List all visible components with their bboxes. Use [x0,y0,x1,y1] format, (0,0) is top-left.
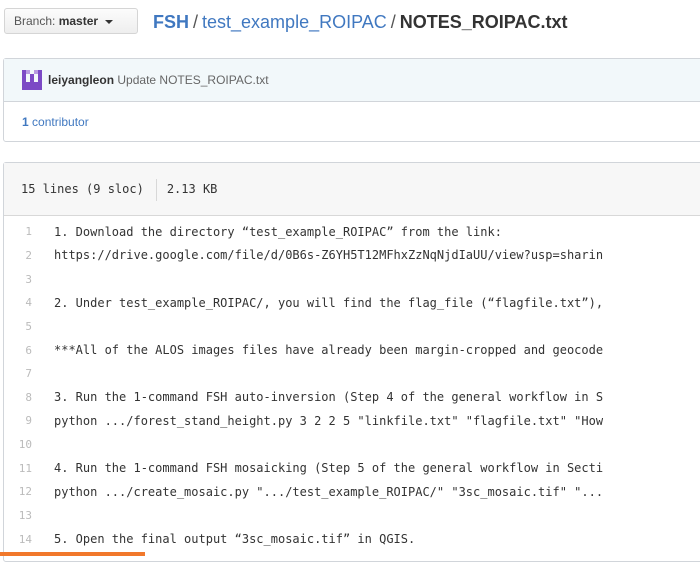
commit-tease: leiyangleon Update NOTES_ROIPAC.txt 1 co… [3,58,700,142]
line-number[interactable]: 4 [4,296,54,309]
code-line: 2 https://drive.google.com/file/d/0B6s-Z6… [4,244,700,268]
line-text: 1. Download the directory “test_example_… [54,224,502,239]
code-line: 9 python .../forest_stand_height.py 3 2 2… [4,409,700,433]
code-line: 14 5. Open the final output “3sc_mosaic.t… [4,527,700,551]
code-line: 11 4. Run the 1-command FSH mosaicking (S… [4,456,700,480]
code-line: 10 [4,433,700,457]
breadcrumb-folder-link[interactable]: test_example_ROIPAC [202,12,387,32]
code-line: 7 [4,362,700,386]
code-line: 1 1. Download the directory “test_example… [4,220,700,244]
caret-down-icon [105,19,114,24]
line-text: python .../create_mosaic.py ".../test_ex… [54,484,604,499]
file-info-divider [155,178,157,201]
file-viewer: 15 lines (9 sloc) 2.13 KB 1 1. Download th… [3,162,700,562]
breadcrumb-separator: / [193,12,199,32]
bottom-accent-bar [0,552,145,556]
file-info-header: 15 lines (9 sloc) 2.13 KB [4,163,700,216]
branch-selector-button[interactable]: Branch: master [4,8,138,34]
line-number[interactable]: 13 [4,509,54,522]
line-number[interactable]: 7 [4,367,54,380]
code-line: 8 3. Run the 1-command FSH auto-inversion… [4,385,700,409]
commit-message-link[interactable]: Update NOTES_ROIPAC.txt [117,73,268,87]
contributor-label: contributor [32,115,89,129]
breadcrumb-repo-link[interactable]: FSH [153,12,189,32]
breadcrumb-file-name: NOTES_ROIPAC.txt [399,12,568,32]
contributors-link[interactable]: 1 contributor [4,102,700,142]
line-number[interactable]: 11 [4,462,54,475]
line-number[interactable]: 1 [4,225,54,238]
line-number[interactable]: 5 [4,320,54,333]
line-text: 5. Open the final output “3sc_mosaic.tif… [54,532,416,547]
line-number[interactable]: 8 [4,391,54,404]
line-text: 3. Run the 1-command FSH auto-inversion … [54,390,604,405]
code-line: 6 ***All of the ALOS images files have al… [4,338,700,362]
line-number[interactable]: 9 [4,414,54,427]
breadcrumb-separator: / [390,12,396,32]
code-body: 1 1. Download the directory “test_example… [4,216,700,551]
line-text: ***All of the ALOS images files have alr… [54,343,604,358]
line-text: 2. Under test_example_ROIPAC/, you will … [54,295,604,310]
branch-label: Branch: [14,14,56,28]
code-line: 13 [4,504,700,528]
file-navigation: Branch: master FSH / test_example_ROIPAC / N… [0,0,700,44]
line-text: https://drive.google.com/file/d/0B6s-Z6Y… [54,248,604,263]
branch-name: master [58,14,99,28]
line-count: 15 lines (9 sloc) [21,182,144,196]
line-number[interactable]: 6 [4,344,54,357]
line-number[interactable]: 2 [4,249,54,262]
contributor-count: 1 [22,115,29,129]
code-line: 3 [4,267,700,291]
code-line: 5 [4,315,700,339]
avatar-identicon[interactable] [22,69,42,90]
line-text: 4. Run the 1-command FSH mosaicking (Ste… [54,461,604,476]
line-text: python .../forest_stand_height.py 3 2 2 … [54,413,604,428]
latest-commit: leiyangleon Update NOTES_ROIPAC.txt [4,59,700,102]
code-line: 12 python .../create_mosaic.py ".../test_… [4,480,700,504]
line-number[interactable]: 3 [4,273,54,286]
commit-author-link[interactable]: leiyangleon [48,73,114,87]
file-size: 2.13 KB [166,182,218,196]
line-number[interactable]: 14 [4,533,54,546]
line-number[interactable]: 12 [4,485,54,498]
line-number[interactable]: 10 [4,438,54,451]
breadcrumb: FSH / test_example_ROIPAC / NOTES_ROIPAC.txt [153,10,567,34]
code-line: 4 2. Under test_example_ROIPAC/, you will… [4,291,700,315]
